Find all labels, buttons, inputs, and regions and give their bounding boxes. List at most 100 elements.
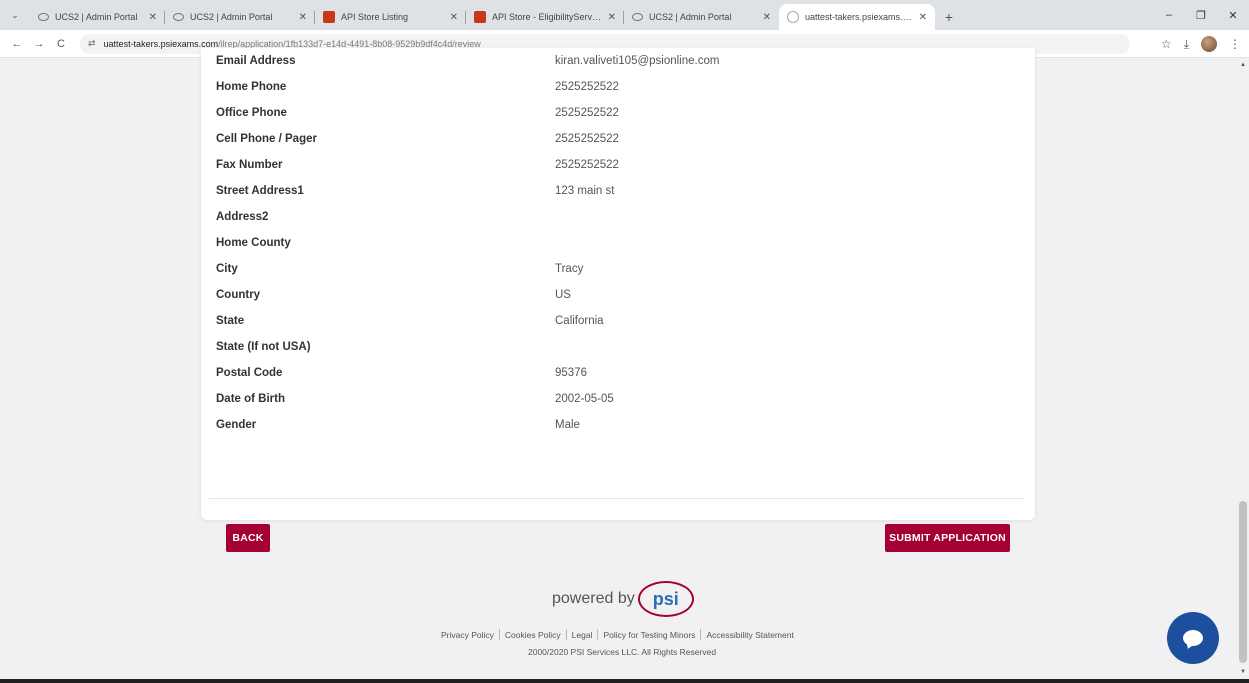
field-value: 123 main st (555, 185, 615, 197)
review-field-row: Gender Male (216, 412, 1026, 438)
close-icon[interactable]: ✕ (149, 12, 157, 23)
store-icon (474, 11, 486, 23)
review-field-row: State California (216, 308, 1026, 334)
store-icon (323, 11, 335, 23)
submit-application-button[interactable]: SUBMIT APPLICATION (885, 524, 1010, 552)
field-label: State (If not USA) (216, 341, 311, 353)
field-label: Street Address1 (216, 185, 304, 197)
review-field-row: State (If not USA) (216, 334, 1026, 360)
field-label: Date of Birth (216, 393, 285, 405)
copyright: 2000/2020 PSI Services LLC. All Rights R… (528, 647, 717, 657)
download-icon[interactable]: ⤓ (1184, 37, 1189, 52)
browser-tab-strip: ⌄ UCS2 | Admin Portal ✕ UCS2 | Admin Por… (0, 0, 1249, 30)
field-value: 2002-05-05 (555, 393, 614, 405)
review-field-row: Street Address1 123 main st (216, 178, 1026, 204)
powered-by-psi: powered by psi (552, 580, 694, 618)
field-value: Male (555, 419, 580, 431)
browser-tab-1[interactable]: UCS2 | Admin Portal ✕ (30, 4, 165, 30)
scroll-thumb[interactable] (1239, 501, 1247, 663)
cookies-policy-link[interactable]: Cookies Policy (505, 630, 561, 640)
field-value: 2525252522 (555, 107, 619, 119)
application-review-card: Email Address kiran.valiveti105@psionline… (201, 48, 1035, 552)
field-label: Address2 (216, 211, 269, 223)
page-viewport: Email Address kiran.valiveti105@psionline… (0, 48, 1249, 679)
legal-link[interactable]: Legal (572, 630, 593, 640)
browser-tab-2[interactable]: UCS2 | Admin Portal ✕ (165, 4, 315, 30)
tab-title: API Store Listing (341, 12, 409, 22)
scroll-up-icon[interactable]: ▲ (1240, 62, 1246, 68)
url-path: /ilrep/application/1fb133d7-e14d-4491-8b… (218, 38, 481, 49)
field-label: Office Phone (216, 107, 287, 119)
accessibility-statement-link[interactable]: Accessibility Statement (706, 630, 793, 640)
back-button[interactable]: BACK (226, 524, 270, 552)
review-field-row: Office Phone 2525252522 (216, 100, 1026, 126)
tab-title: UCS2 | Admin Portal (649, 12, 732, 22)
minimize-button[interactable]: – (1153, 9, 1185, 21)
close-icon[interactable]: ✕ (608, 12, 616, 23)
divider (209, 498, 1025, 499)
tab-title: API Store - EligibilityService (492, 12, 602, 22)
review-field-row: Fax Number 2525252522 (216, 152, 1026, 178)
psi-icon (787, 11, 799, 23)
tab-search-icon[interactable]: ⌄ (0, 0, 30, 30)
field-value: 2525252522 (555, 133, 619, 145)
back-arrow-icon[interactable]: ← (6, 38, 28, 50)
browser-tab-5[interactable]: UCS2 | Admin Portal ✕ (624, 4, 779, 30)
field-value: Tracy (555, 263, 584, 275)
review-field-row: Email Address kiran.valiveti105@psionline… (216, 48, 1026, 74)
review-field-row: Home Phone 2525252522 (216, 74, 1026, 100)
field-label: Cell Phone / Pager (216, 133, 317, 145)
review-field-row: Address2 (216, 204, 1026, 230)
site-settings-icon[interactable]: ⇄ (88, 38, 96, 49)
field-value: 2525252522 (555, 159, 619, 171)
field-label: Postal Code (216, 367, 283, 379)
toolbar-actions: ☆ ⤓ ⋮ (1161, 30, 1241, 58)
new-tab-button[interactable]: + (935, 4, 963, 30)
chat-bubble-icon (1183, 630, 1203, 646)
field-label: Fax Number (216, 159, 283, 171)
window-close-button[interactable]: ✕ (1217, 9, 1249, 22)
close-icon[interactable]: ✕ (450, 12, 458, 23)
review-field-row: Date of Birth 2002-05-05 (216, 386, 1026, 412)
window-controls: – ❐ ✕ (1153, 0, 1249, 30)
browser-tab-4[interactable]: API Store - EligibilityService ✕ (466, 4, 624, 30)
field-label: State (216, 315, 245, 327)
ring-icon (632, 13, 643, 21)
profile-avatar[interactable] (1201, 36, 1217, 52)
ring-icon (38, 13, 49, 21)
tab-title: UCS2 | Admin Portal (190, 12, 273, 22)
field-value: 2525252522 (555, 81, 619, 93)
page-scrollbar[interactable]: ▲ ▼ (1237, 58, 1249, 679)
restore-button[interactable]: ❐ (1185, 9, 1217, 22)
tab-title: UCS2 | Admin Portal (55, 12, 138, 22)
browser-tab-6-active[interactable]: uattest-takers.psiexams.com/ilr ✕ (779, 4, 935, 30)
powered-by-text: powered by (552, 590, 635, 607)
testing-minors-policy-link[interactable]: Policy for Testing Minors (603, 630, 695, 640)
field-label: City (216, 263, 238, 275)
review-field-row: Country US (216, 282, 1026, 308)
field-label: Home County (216, 237, 291, 249)
close-icon[interactable]: ✕ (299, 12, 307, 23)
more-menu-icon[interactable]: ⋮ (1229, 37, 1241, 51)
field-value: kiran.valiveti105@psionline.com (555, 55, 720, 67)
bookmark-star-icon[interactable]: ☆ (1161, 37, 1172, 51)
browser-tab-3[interactable]: API Store Listing ✕ (315, 4, 466, 30)
forward-arrow-icon[interactable]: → (28, 38, 50, 50)
reload-icon[interactable]: C (50, 38, 72, 50)
review-field-row: Cell Phone / Pager 2525252522 (216, 126, 1026, 152)
field-label: Country (216, 289, 261, 301)
close-icon[interactable]: ✕ (763, 12, 771, 23)
field-label: Gender (216, 419, 257, 431)
scroll-down-icon[interactable]: ▼ (1240, 669, 1246, 675)
os-taskbar (0, 679, 1249, 683)
review-field-row: Home County (216, 230, 1026, 256)
field-value: California (555, 315, 604, 327)
field-value: US (555, 289, 571, 301)
chat-button[interactable] (1167, 612, 1219, 664)
url-host: uattest-takers.psiexams.com (103, 38, 219, 49)
close-icon[interactable]: ✕ (919, 12, 927, 23)
privacy-policy-link[interactable]: Privacy Policy (441, 630, 494, 640)
psi-logo: psi (637, 581, 694, 617)
field-label: Email Address (216, 55, 296, 67)
ring-icon (173, 13, 184, 21)
